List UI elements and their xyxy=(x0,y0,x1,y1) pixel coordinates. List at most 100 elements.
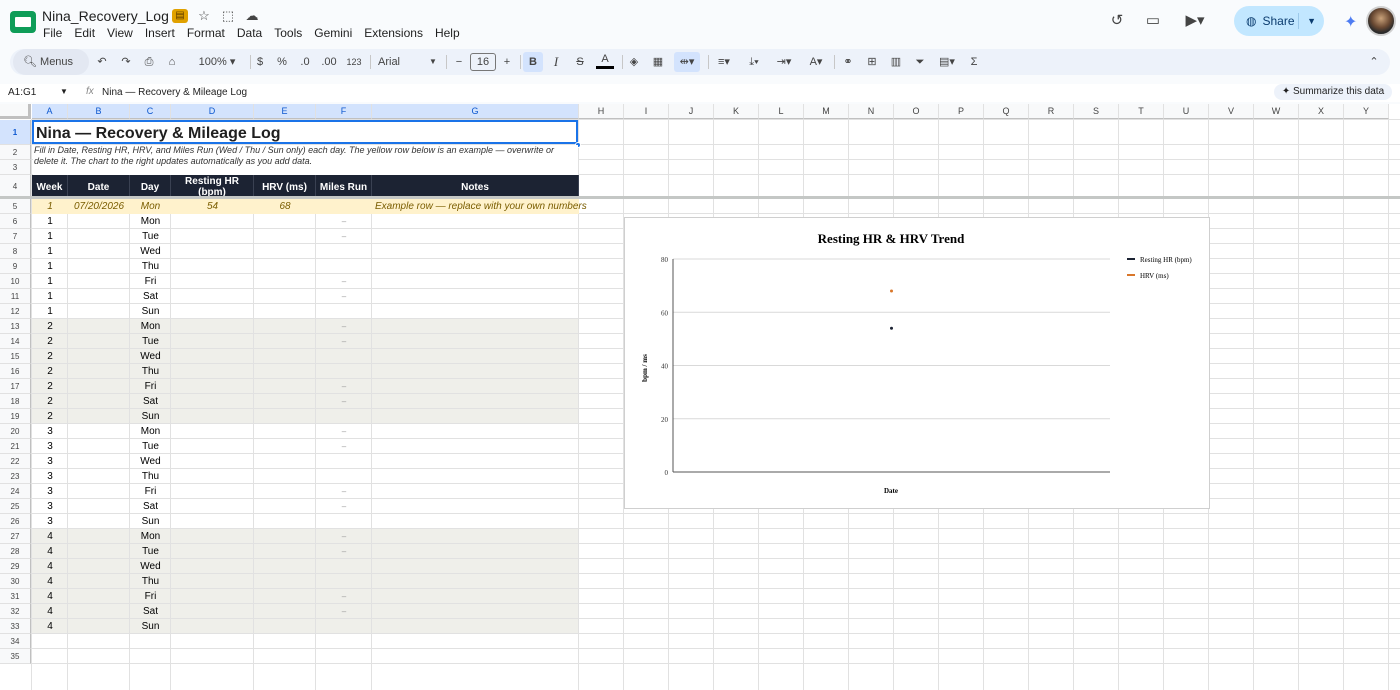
column-header-s[interactable]: S xyxy=(1074,104,1119,119)
row-header-6[interactable]: 6 xyxy=(0,214,31,229)
row-header-3[interactable]: 3 xyxy=(0,160,31,175)
day-cell[interactable]: Wed xyxy=(130,454,171,469)
day-cell[interactable]: Wed xyxy=(130,349,171,364)
menu-item-gemini[interactable]: Gemini xyxy=(314,26,358,40)
row-header-20[interactable]: 20 xyxy=(0,424,31,439)
day-cell[interactable]: Thu xyxy=(130,259,171,274)
column-header-e[interactable]: E xyxy=(254,104,316,119)
filter-views-icon[interactable]: ▤▾ xyxy=(934,49,960,75)
menus-search-button[interactable]: 🔍︎ Menus xyxy=(13,49,89,75)
name-box[interactable]: A1:G1 xyxy=(8,87,68,98)
miles-run-cell[interactable]: – xyxy=(316,274,372,289)
week-cell[interactable]: 2 xyxy=(32,349,68,364)
menu-item-file[interactable]: File xyxy=(43,26,68,40)
column-header-t[interactable]: T xyxy=(1119,104,1164,119)
miles-run-cell[interactable]: – xyxy=(316,334,372,349)
row-header-22[interactable]: 22 xyxy=(0,454,31,469)
document-title[interactable]: Nina_Recovery_Log xyxy=(42,8,169,24)
meet-icon[interactable]: ▶▾ xyxy=(1182,12,1208,30)
miles-run-cell[interactable]: – xyxy=(316,229,372,244)
day-cell[interactable]: Sat xyxy=(130,499,171,514)
row-header-10[interactable]: 10 xyxy=(0,274,31,289)
day-cell[interactable]: Sun xyxy=(130,409,171,424)
miles-run-cell[interactable]: – xyxy=(316,484,372,499)
paint-format-icon[interactable]: ⌂ xyxy=(164,49,180,75)
column-header-u[interactable]: U xyxy=(1164,104,1209,119)
borders-icon[interactable]: ▦ xyxy=(650,49,666,75)
select-all-corner[interactable] xyxy=(0,104,31,119)
column-header-y[interactable]: Y xyxy=(1344,104,1389,119)
menu-item-format[interactable]: Format xyxy=(187,26,231,40)
day-cell[interactable]: Mon xyxy=(130,214,171,229)
text-rotation-icon[interactable]: A▾ xyxy=(804,49,828,75)
spreadsheet-grid[interactable]: A B C D E F G H I J K L M N O P Q R S T U V W X Y 1 2 3 4 5 6 7 8 9 10 11 12… xyxy=(0,104,1400,690)
menu-item-view[interactable]: View xyxy=(107,26,139,40)
font-size-input[interactable]: 16 xyxy=(470,53,496,71)
column-header-d[interactable]: D xyxy=(171,104,254,119)
miles-run-cell[interactable]: – xyxy=(316,544,372,559)
column-header-x[interactable]: X xyxy=(1299,104,1344,119)
day-cell[interactable]: Tue xyxy=(130,544,171,559)
menu-item-edit[interactable]: Edit xyxy=(74,26,101,40)
increase-decimals-button[interactable]: .00 xyxy=(320,49,338,75)
column-header-m[interactable]: M xyxy=(804,104,849,119)
filter-icon[interactable]: ⏷ xyxy=(912,49,928,75)
summarize-data-button[interactable]: ✦ Summarize this data xyxy=(1274,84,1392,100)
column-header-h[interactable]: H xyxy=(579,104,624,119)
gemini-icon[interactable]: ✦ xyxy=(1344,12,1357,32)
redo-icon[interactable]: ↷ xyxy=(118,49,134,75)
row-header-16[interactable]: 16 xyxy=(0,364,31,379)
row-header-19[interactable]: 19 xyxy=(0,409,31,424)
apps-script-icon[interactable]: ▤ xyxy=(172,9,188,23)
day-cell[interactable]: Mon xyxy=(130,319,171,334)
version-history-icon[interactable]: ↺ xyxy=(1108,12,1126,30)
miles-run-cell[interactable]: – xyxy=(316,214,372,229)
miles-run-cell[interactable]: – xyxy=(316,439,372,454)
column-header-b[interactable]: B xyxy=(68,104,130,119)
frozen-rows-divider[interactable] xyxy=(0,196,1400,199)
column-header-v[interactable]: V xyxy=(1209,104,1254,119)
row-header-29[interactable]: 29 xyxy=(0,559,31,574)
row-header-7[interactable]: 7 xyxy=(0,229,31,244)
miles-run-cell[interactable]: – xyxy=(316,424,372,439)
week-cell[interactable]: 3 xyxy=(32,484,68,499)
menu-item-data[interactable]: Data xyxy=(237,26,268,40)
week-cell[interactable]: 1 xyxy=(32,304,68,319)
row-header-23[interactable]: 23 xyxy=(0,469,31,484)
name-box-dropdown-icon[interactable]: ▼ xyxy=(60,87,68,96)
column-header-l[interactable]: L xyxy=(759,104,804,119)
insert-comment-icon[interactable]: ⊞ xyxy=(864,49,880,75)
column-header-p[interactable]: P xyxy=(939,104,984,119)
menu-item-tools[interactable]: Tools xyxy=(274,26,308,40)
sheets-logo-icon[interactable] xyxy=(10,11,36,33)
column-header-g[interactable]: G xyxy=(372,104,579,119)
week-cell[interactable]: 4 xyxy=(32,529,68,544)
day-cell[interactable]: Mon xyxy=(130,424,171,439)
fill-color-icon[interactable]: ◈ xyxy=(626,49,642,75)
bold-icon[interactable]: B xyxy=(523,52,543,72)
week-cell[interactable]: 3 xyxy=(32,514,68,529)
week-cell[interactable]: 2 xyxy=(32,334,68,349)
zoom-select[interactable]: 100% ▾ xyxy=(188,49,246,75)
week-cell[interactable]: 2 xyxy=(32,394,68,409)
horizontal-align-icon[interactable]: ≡▾ xyxy=(712,49,736,75)
column-header-j[interactable]: J xyxy=(669,104,714,119)
day-cell[interactable]: Fri xyxy=(130,379,171,394)
week-cell[interactable]: 4 xyxy=(32,619,68,634)
sheet-title-cell[interactable]: Nina — Recovery & Mileage Log xyxy=(32,120,578,144)
day-cell[interactable]: Fri xyxy=(130,274,171,289)
row-header-27[interactable]: 27 xyxy=(0,529,31,544)
strikethrough-icon[interactable]: S xyxy=(572,49,588,75)
day-cell[interactable]: Tue xyxy=(130,229,171,244)
day-cell[interactable]: Mon xyxy=(130,529,171,544)
day-cell[interactable]: Sun xyxy=(130,304,171,319)
column-header-r[interactable]: R xyxy=(1029,104,1074,119)
day-cell[interactable]: Sun xyxy=(130,619,171,634)
week-cell[interactable]: 4 xyxy=(32,574,68,589)
print-icon[interactable]: ⎙ xyxy=(140,49,158,75)
column-header-a[interactable]: A xyxy=(32,104,68,119)
row-header-2[interactable]: 2 xyxy=(0,145,31,160)
row-header-26[interactable]: 26 xyxy=(0,514,31,529)
insert-link-icon[interactable]: ⚭ xyxy=(840,49,856,75)
vertical-align-icon[interactable]: ⤓▾ xyxy=(742,49,766,75)
